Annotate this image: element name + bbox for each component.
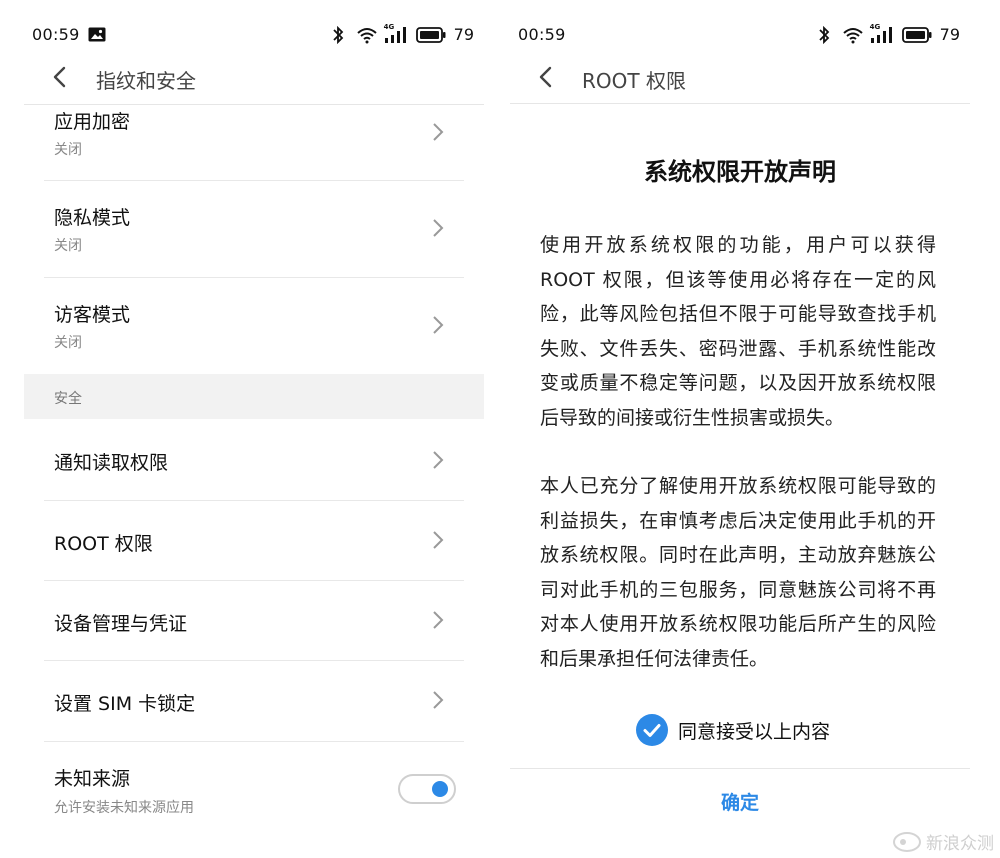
- settings-item-device-admin-credentials[interactable]: 设备管理与凭证: [54, 580, 484, 660]
- bluetooth-icon: [328, 25, 348, 44]
- back-arrow-icon[interactable]: [50, 66, 70, 88]
- image-icon: [88, 27, 106, 42]
- settings-item-app-encryption[interactable]: 应用加密 关闭: [54, 104, 484, 180]
- settings-item-root-permission[interactable]: ROOT 权限: [54, 500, 484, 580]
- declaration-paragraph-2: 本人已充分了解使用开放系统权限可能导致的利益损失，在审慎考虑后决定使用此手机的开…: [540, 475, 936, 670]
- item-title: 设备管理与凭证: [54, 613, 188, 635]
- item-title: 未知来源: [54, 768, 131, 790]
- item-subtitle: 关闭: [54, 142, 82, 158]
- wifi-icon: [842, 26, 863, 44]
- toggle-knob: [432, 781, 448, 797]
- status-time: 00:59: [32, 25, 80, 44]
- chevron-right-icon: [432, 610, 444, 630]
- item-title: 访客模式: [54, 304, 131, 326]
- item-title: 设置 SIM 卡锁定: [54, 693, 196, 715]
- watermark: 新浪众测: [892, 829, 994, 854]
- agree-label: 同意接受以上内容: [678, 720, 831, 743]
- appbar-divider: [510, 103, 970, 104]
- chevron-right-icon: [432, 450, 444, 470]
- watermark-text: 新浪众测: [926, 834, 994, 854]
- app-bar: ROOT 权限: [510, 56, 970, 102]
- bluetooth-icon: [814, 25, 834, 44]
- item-subtitle: 允许安装未知来源应用: [54, 800, 194, 816]
- settings-item-privacy-mode[interactable]: 隐私模式 关闭: [54, 180, 484, 276]
- battery-level: 79: [939, 25, 960, 44]
- item-title: ROOT 权限: [54, 533, 153, 555]
- confirm-button[interactable]: 确定: [510, 788, 970, 815]
- cell-signal-icon: 4G: [870, 23, 894, 44]
- item-subtitle: 关闭: [54, 238, 82, 254]
- item-title: 通知读取权限: [54, 452, 169, 474]
- battery-level: 79: [453, 25, 474, 44]
- agree-checkbox[interactable]: 同意接受以上内容: [636, 714, 830, 746]
- settings-item-guest-mode[interactable]: 访客模式 关闭: [54, 277, 484, 374]
- app-bar: 指纹和安全: [24, 56, 484, 102]
- section-header-security: 安全: [24, 374, 484, 419]
- page-title: ROOT 权限: [582, 69, 686, 93]
- wifi-icon: [356, 26, 377, 44]
- settings-item-notification-access[interactable]: 通知读取权限: [54, 419, 484, 500]
- back-arrow-icon[interactable]: [536, 66, 556, 88]
- chevron-right-icon: [432, 218, 444, 238]
- footer-divider: [510, 768, 970, 769]
- status-bar: 00:59 4G 79: [510, 22, 970, 50]
- status-bar: 00:59 4G 79: [24, 22, 484, 50]
- item-title: 隐私模式: [54, 207, 131, 229]
- watermark-logo-icon: [893, 831, 921, 852]
- item-title: 应用加密: [54, 111, 131, 133]
- unknown-sources-toggle[interactable]: [398, 774, 456, 804]
- chevron-right-icon: [432, 530, 444, 550]
- page-title: 指纹和安全: [96, 69, 196, 93]
- declaration-heading: 系统权限开放声明: [644, 158, 836, 186]
- status-time: 00:59: [518, 25, 566, 44]
- check-icon: [636, 714, 668, 746]
- battery-icon: [901, 26, 932, 43]
- battery-icon: [415, 26, 446, 43]
- item-subtitle: 关闭: [54, 335, 82, 351]
- chevron-right-icon: [432, 122, 444, 142]
- chevron-right-icon: [432, 315, 444, 335]
- section-label: 安全: [54, 391, 82, 407]
- settings-item-sim-lock[interactable]: 设置 SIM 卡锁定: [54, 660, 484, 741]
- root-permission-screen: 00:59 4G 79 ROOT 权限 系统权限开放声明 使用开放系统权限的功能…: [510, 0, 970, 858]
- fingerprint-security-screen: 00:59 4G 79 指纹和安全 应用加密 关闭 隐私模式 关闭 访客模式 关…: [24, 0, 484, 858]
- chevron-right-icon: [432, 690, 444, 710]
- cell-signal-icon: 4G: [384, 23, 408, 44]
- declaration-paragraph-1: 使用开放系统权限的功能，用户可以获得ROOT 权限，但该等使用必将存在一定的风险…: [540, 234, 936, 429]
